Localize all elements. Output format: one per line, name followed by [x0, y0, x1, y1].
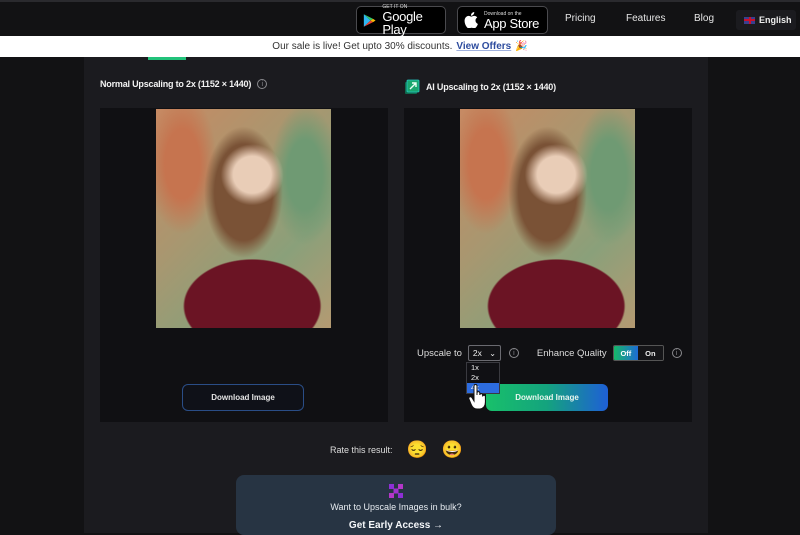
nav-blog[interactable]: Blog: [694, 13, 714, 24]
normal-upscaled-image: [156, 109, 331, 328]
upscale-option-1x[interactable]: 1x: [467, 363, 499, 373]
active-tab-indicator: [148, 57, 186, 60]
bulk-upscale-icon: [389, 484, 403, 498]
rate-label: Rate this result:: [330, 445, 393, 455]
normal-title-text: Normal Upscaling to 2x (1152 × 1440): [100, 79, 252, 89]
ai-upscaling-title: AI Upscaling to 2x (1152 × 1440): [404, 79, 556, 95]
nav-features[interactable]: Features: [626, 13, 665, 24]
google-play-button[interactable]: GET IT ON Google Play: [356, 4, 446, 37]
app-store-big-text: App Store: [484, 15, 540, 31]
apple-icon: [464, 12, 478, 28]
bulk-upscale-card: Want to Upscale Images in bulk? Get Earl…: [236, 475, 556, 535]
top-nav-bar: GET IT ON Google Play Download on the Ap…: [0, 0, 800, 36]
chevron-down-icon: ⌄: [489, 348, 496, 358]
toggle-off-option[interactable]: Off: [613, 346, 639, 360]
ai-upscale-panel: Upscale to 2x ⌄ i Enhance Quality Off On…: [404, 108, 692, 422]
toggle-on-option[interactable]: On: [638, 346, 663, 360]
ai-upscaled-image: [460, 109, 635, 328]
google-play-icon: [363, 13, 376, 27]
happy-face-rating-icon[interactable]: 😀: [442, 440, 463, 460]
rating-section: Rate this result: 😔 😀: [330, 440, 463, 460]
upscale-option-2x[interactable]: 2x: [467, 373, 499, 383]
upscale-to-label: Upscale to: [417, 347, 462, 359]
info-icon[interactable]: i: [257, 79, 268, 89]
download-normal-button[interactable]: Download Image: [182, 384, 304, 411]
normal-upscale-panel: Download Image: [100, 108, 388, 422]
normal-upscaling-title: Normal Upscaling to 2x (1152 × 1440) i: [100, 79, 268, 89]
view-offers-link[interactable]: View Offers: [456, 41, 511, 52]
uk-flag-icon: [744, 16, 755, 24]
language-label: English: [759, 15, 792, 25]
google-play-big-text: Google Play: [382, 9, 423, 37]
enhance-info-icon[interactable]: i: [671, 348, 682, 358]
ai-title-text: AI Upscaling to 2x (1152 × 1440): [426, 82, 556, 92]
app-store-button[interactable]: Download on the App Store: [457, 6, 548, 34]
enhance-quality-toggle[interactable]: Off On: [612, 345, 664, 361]
sale-banner: Our sale is live! Get upto 30% discounts…: [0, 36, 800, 57]
language-selector[interactable]: English: [736, 10, 796, 30]
banner-text: Our sale is live! Get upto 30% discounts…: [272, 41, 453, 52]
hand-pointer-cursor-icon: [468, 384, 486, 410]
party-popper-icon: 🎉: [515, 41, 528, 52]
bulk-text: Want to Upscale Images in bulk?: [330, 502, 462, 512]
sad-face-rating-icon[interactable]: 😔: [407, 440, 428, 460]
upscale-controls: Upscale to 2x ⌄ i Enhance Quality Off On…: [417, 345, 682, 361]
upscale-select[interactable]: 2x ⌄: [467, 345, 501, 361]
get-early-access-link[interactable]: Get Early Access →: [236, 520, 556, 531]
ai-upscale-icon: [405, 79, 420, 94]
nav-pricing[interactable]: Pricing: [565, 13, 596, 24]
download-ai-button[interactable]: Download Image: [486, 384, 608, 411]
upscale-info-icon[interactable]: i: [508, 348, 519, 358]
enhance-quality-label: Enhance Quality: [536, 347, 607, 359]
upscale-selected-value: 2x: [472, 348, 482, 358]
